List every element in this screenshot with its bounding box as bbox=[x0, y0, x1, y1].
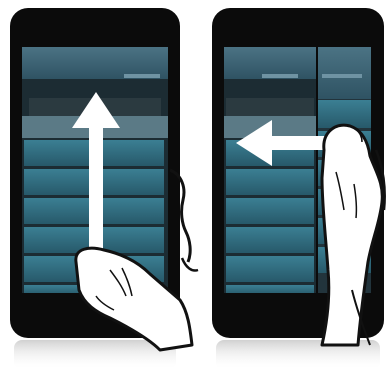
right-list-item bbox=[226, 169, 314, 195]
right-header-indicator bbox=[262, 74, 298, 78]
panel-edge bbox=[316, 47, 318, 293]
gesture-illustration bbox=[0, 0, 388, 385]
sliding-panel-header bbox=[318, 47, 371, 99]
right-list-item bbox=[226, 198, 314, 224]
right-list-item bbox=[226, 227, 314, 253]
right-list-item bbox=[226, 256, 314, 282]
left-header-indicator bbox=[124, 74, 160, 78]
sliding-panel-indicator bbox=[322, 74, 362, 78]
right-search-bar bbox=[226, 98, 314, 116]
